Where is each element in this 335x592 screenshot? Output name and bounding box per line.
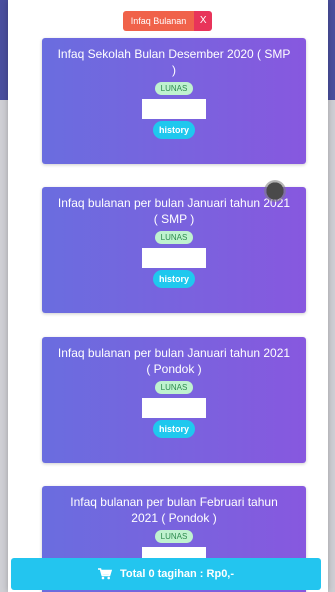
total-label: Total 0 tagihan : Rp0,- [119,568,235,580]
status-badge: LUNAS [154,82,194,95]
cart-icon [97,568,112,580]
infaq-modal: Infaq Sekolah Bulan Desember 2020 ( SMP … [8,0,328,592]
amount-box [142,398,206,418]
status-badge: LUNAS [154,381,194,394]
close-button[interactable]: X [194,11,213,31]
amount-box [142,99,206,119]
history-button[interactable]: history [152,121,195,139]
modal-title-tab[interactable]: Infaq Bulanan [122,11,195,31]
loading-spinner-icon [264,180,286,202]
status-badge: LUNAS [154,231,194,244]
infaq-card: Infaq bulanan per bulan Januari tahun 20… [42,187,306,313]
modal-header: Infaq Bulanan X [0,11,335,31]
card-title: Infaq Sekolah Bulan Desember 2020 ( SMP … [57,47,291,77]
card-title: Infaq bulanan per bulan Februari tahun 2… [70,495,278,525]
checkout-total-button[interactable]: Total 0 tagihan : Rp0,- [11,558,321,590]
amount-box [142,248,206,268]
infaq-card: Infaq Sekolah Bulan Desember 2020 ( SMP … [42,38,306,164]
card-title: Infaq bulanan per bulan Januari tahun 20… [57,346,291,376]
history-button[interactable]: history [152,420,195,438]
status-badge: LUNAS [154,530,194,543]
history-button[interactable]: history [152,270,195,288]
infaq-card: Infaq bulanan per bulan Januari tahun 20… [42,337,306,463]
